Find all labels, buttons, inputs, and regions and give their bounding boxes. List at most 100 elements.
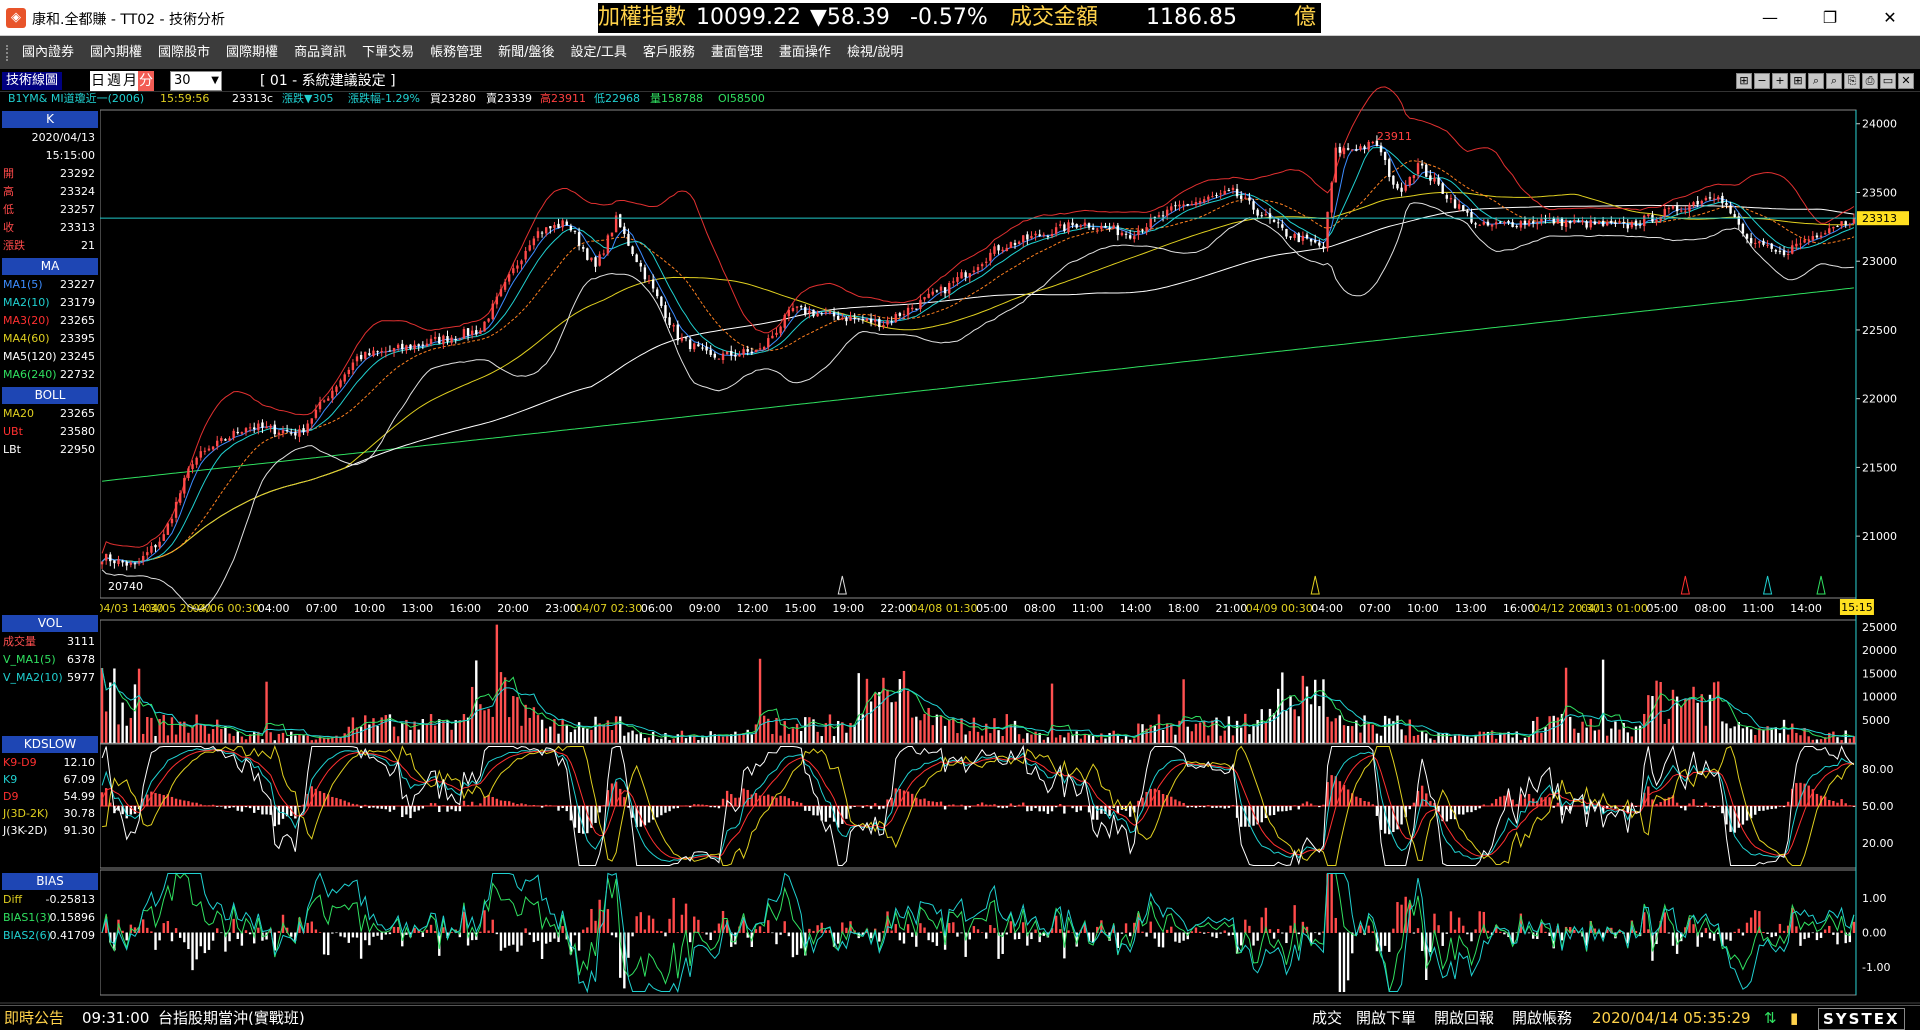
kd-hist-bar	[261, 806, 264, 815]
vol-bar	[425, 723, 429, 743]
deal-button[interactable]: 成交	[1312, 1006, 1342, 1030]
bias-hist-bar	[906, 924, 910, 933]
candle-body	[939, 286, 943, 291]
bias-hist-bar	[1762, 932, 1765, 933]
vol-bar	[993, 718, 996, 743]
vol-bar	[972, 717, 976, 743]
vol-bar	[1717, 681, 1720, 743]
vol-bar	[1531, 720, 1535, 743]
vol-tick-4: 25000	[1862, 621, 1897, 634]
candle-body	[207, 448, 211, 451]
vol-bar	[322, 737, 326, 743]
vol-bar	[948, 719, 951, 743]
candle-body	[409, 344, 412, 349]
candle-body	[1745, 234, 1749, 239]
k-low: 低 23257	[3, 201, 95, 219]
kd-hist-bar	[906, 791, 910, 807]
candle-body	[972, 270, 976, 273]
candle-body	[220, 438, 223, 442]
bias-hist-bar	[1416, 928, 1420, 933]
bias-hist-bar	[141, 919, 145, 933]
time-tick-26: 07:00	[1359, 602, 1391, 615]
candle-body	[1137, 229, 1140, 235]
kd-hist-bar	[466, 804, 470, 807]
vol-bar	[1568, 716, 1572, 743]
candle-body	[1494, 222, 1498, 225]
vol-bar	[1852, 736, 1856, 743]
vol-bar	[1059, 735, 1062, 743]
vol-bar	[261, 739, 264, 743]
vol-bar	[1453, 735, 1457, 743]
candle-body	[1568, 220, 1572, 224]
kd-hist-bar	[1437, 806, 1440, 812]
kd-hist-bar	[697, 804, 700, 807]
vol-bar	[1231, 735, 1235, 743]
candle-body	[1840, 221, 1843, 226]
candle-body	[1388, 159, 1391, 177]
kd-hist-bar	[1708, 806, 1712, 807]
kd-hist-bar	[972, 805, 976, 807]
candle-body	[314, 409, 318, 418]
low-marker: 20740	[108, 580, 143, 593]
vol-bar	[1618, 729, 1621, 743]
kd-hist-bar	[503, 800, 507, 807]
candle-body	[191, 464, 194, 470]
kd-hist-bar	[532, 804, 536, 807]
news-text[interactable]: 台指股期當沖(實戰班)	[158, 1006, 305, 1030]
kd-hist-bar	[1281, 806, 1284, 812]
bias-hist-bar	[664, 932, 667, 937]
open-account-button[interactable]: 開啟帳務	[1512, 1006, 1572, 1030]
vol-bar	[183, 721, 186, 743]
kd-hist-bar	[993, 804, 996, 807]
bias-hist-bar	[150, 931, 153, 933]
kd-hist-bar	[318, 791, 322, 807]
open-order-button[interactable]: 開啟下單	[1356, 1006, 1416, 1030]
bias-hist-bar	[483, 910, 486, 933]
vol-bar	[1704, 725, 1708, 743]
candle-body	[894, 314, 897, 323]
bias-hist-bar	[1120, 932, 1124, 934]
vol-bar	[162, 714, 165, 743]
candle-body	[684, 337, 688, 339]
vol-bar	[1396, 715, 1399, 743]
candle-body	[1828, 228, 1831, 234]
k-high: 高 23324	[3, 183, 95, 201]
candle-body	[1289, 236, 1292, 238]
ma-row-2-label: MA3(20)	[3, 314, 50, 327]
bias-hist-bar	[1338, 932, 1342, 993]
kd-hist-bar	[368, 806, 371, 809]
candle-body	[1490, 224, 1494, 227]
bias-hist-bar	[470, 932, 474, 941]
candle-body	[688, 339, 692, 350]
candle-body	[269, 425, 272, 428]
ma-row-1-value: 23179	[60, 296, 95, 309]
candle-body	[1128, 235, 1132, 239]
kd-hist-bar	[643, 806, 647, 826]
vol-bar	[812, 719, 815, 743]
kd-hist-bar	[335, 797, 338, 807]
bias-row-0: Diff -0.25813	[3, 891, 95, 909]
vol-bar	[1281, 672, 1284, 743]
candle-body	[824, 312, 828, 314]
bias-hist-bar	[433, 931, 437, 933]
candle-body	[1663, 208, 1666, 216]
candle-body	[1079, 225, 1083, 227]
open-report-button[interactable]: 開啟回報	[1434, 1006, 1494, 1030]
vol-bar	[442, 721, 445, 743]
bias-hist-bar	[606, 909, 610, 933]
vol-bar	[1124, 736, 1128, 743]
vol-bar	[310, 740, 313, 743]
kd-hist-bar	[902, 790, 906, 807]
bias-hist-bar	[1667, 932, 1671, 934]
candle-body	[816, 313, 819, 317]
candle-body	[1116, 225, 1120, 236]
kd-hist-bar	[1186, 806, 1189, 808]
kd-hist-bar	[405, 806, 408, 815]
vol-bar	[174, 734, 178, 743]
kd-hist-bar	[1795, 783, 1798, 807]
chart-canvas[interactable]: 2100021500220002250023000235002400004/03…	[0, 0, 1920, 1005]
k-panel-header: K	[2, 111, 98, 128]
kd-hist-bar	[273, 806, 276, 827]
bias-hist-bar	[1067, 930, 1070, 933]
bias-hist-bar	[339, 932, 342, 937]
